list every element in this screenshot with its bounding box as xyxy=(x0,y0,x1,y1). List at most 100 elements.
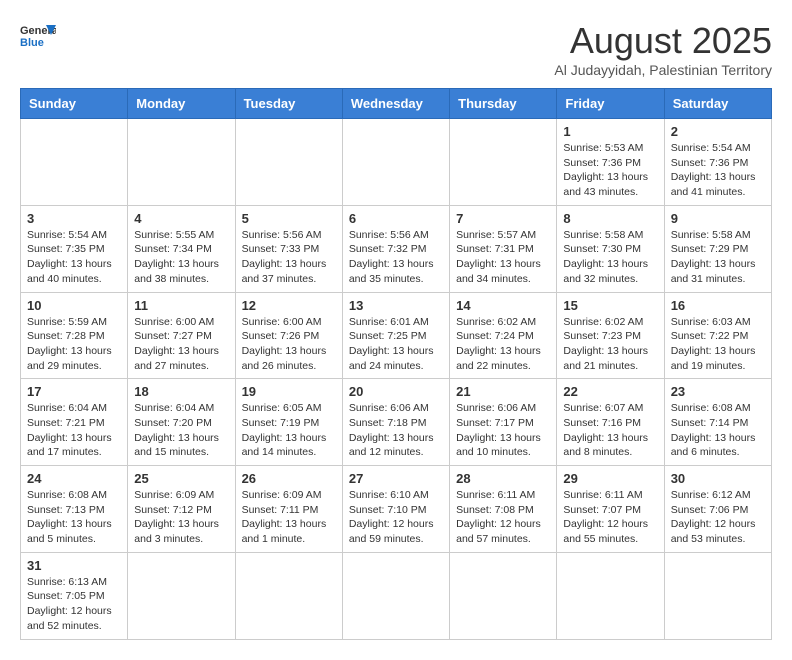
table-row: 21 Sunrise: 6:06 AM Sunset: 7:17 PM Dayli… xyxy=(450,379,557,466)
header-wednesday: Wednesday xyxy=(342,89,449,119)
table-row: 15Sunrise: 6:02 AM Sunset: 7:23 PM Dayli… xyxy=(557,292,664,379)
table-row: 2Sunrise: 5:54 AM Sunset: 7:36 PM Daylig… xyxy=(664,119,771,206)
day-number: 7 xyxy=(456,211,550,226)
header-monday: Monday xyxy=(128,89,235,119)
day-number: 14 xyxy=(456,298,550,313)
day-info: Sunrise: 6:00 AM Sunset: 7:26 PM Dayligh… xyxy=(242,315,336,374)
day-info: Sunrise: 5:56 AM Sunset: 7:33 PM Dayligh… xyxy=(242,228,336,287)
day-info: Sunrise: 6:02 AM Sunset: 7:24 PM Dayligh… xyxy=(456,315,550,374)
calendar-title: August 2025 xyxy=(554,20,772,62)
table-row xyxy=(342,552,449,639)
table-row: 10 Sunrise: 5:59 AM Sunset: 7:28 PM Dayli… xyxy=(21,292,128,379)
day-info: Sunrise: 5:57 AM Sunset: 7:31 PM Dayligh… xyxy=(456,228,550,287)
table-row: 28Sunrise: 6:11 AM Sunset: 7:08 PM Dayli… xyxy=(450,466,557,553)
calendar-subtitle: Al Judayyidah, Palestinian Territory xyxy=(554,62,772,78)
day-info: Sunrise: 6:06 AM Sunset: 7:18 PM Dayligh… xyxy=(349,401,443,460)
day-number: 10 xyxy=(27,298,121,313)
day-number: 11 xyxy=(134,298,228,313)
header-sunday: Sunday xyxy=(21,89,128,119)
day-info: Sunrise: 5:58 AM Sunset: 7:29 PM Dayligh… xyxy=(671,228,765,287)
header-tuesday: Tuesday xyxy=(235,89,342,119)
day-info: Sunrise: 6:01 AM Sunset: 7:25 PM Dayligh… xyxy=(349,315,443,374)
day-number: 26 xyxy=(242,471,336,486)
day-number: 2 xyxy=(671,124,765,139)
table-row: 31 Sunrise: 6:13 AM Sunset: 7:05 PM Dayli… xyxy=(21,552,128,639)
table-row: 1 Sunrise: 5:53 AM Sunset: 7:36 PM Daylig… xyxy=(557,119,664,206)
table-row: 8 Sunrise: 5:58 AM Sunset: 7:30 PM Daylig… xyxy=(557,205,664,292)
table-row: 7 Sunrise: 5:57 AM Sunset: 7:31 PM Daylig… xyxy=(450,205,557,292)
table-row: 19Sunrise: 6:05 AM Sunset: 7:19 PM Dayli… xyxy=(235,379,342,466)
day-number: 24 xyxy=(27,471,121,486)
day-number: 25 xyxy=(134,471,228,486)
day-info: Sunrise: 5:56 AM Sunset: 7:32 PM Dayligh… xyxy=(349,228,443,287)
svg-text:Blue: Blue xyxy=(20,37,44,49)
day-number: 3 xyxy=(27,211,121,226)
table-row: 14 Sunrise: 6:02 AM Sunset: 7:24 PM Dayli… xyxy=(450,292,557,379)
day-number: 27 xyxy=(349,471,443,486)
table-row: 5 Sunrise: 5:56 AM Sunset: 7:33 PM Daylig… xyxy=(235,205,342,292)
day-number: 21 xyxy=(456,384,550,399)
day-info: Sunrise: 6:09 AM Sunset: 7:12 PM Dayligh… xyxy=(134,488,228,547)
day-info: Sunrise: 6:03 AM Sunset: 7:22 PM Dayligh… xyxy=(671,315,765,374)
day-info: Sunrise: 6:06 AM Sunset: 7:17 PM Dayligh… xyxy=(456,401,550,460)
table-row: 9Sunrise: 5:58 AM Sunset: 7:29 PM Daylig… xyxy=(664,205,771,292)
table-row: 24 Sunrise: 6:08 AM Sunset: 7:13 PM Dayli… xyxy=(21,466,128,553)
day-info: Sunrise: 6:00 AM Sunset: 7:27 PM Dayligh… xyxy=(134,315,228,374)
calendar-row: 10 Sunrise: 5:59 AM Sunset: 7:28 PM Dayli… xyxy=(21,292,772,379)
logo-icon: General Blue xyxy=(20,20,56,50)
table-row: 6Sunrise: 5:56 AM Sunset: 7:32 PM Daylig… xyxy=(342,205,449,292)
day-info: Sunrise: 6:04 AM Sunset: 7:20 PM Dayligh… xyxy=(134,401,228,460)
table-row: 26Sunrise: 6:09 AM Sunset: 7:11 PM Dayli… xyxy=(235,466,342,553)
table-row xyxy=(21,119,128,206)
table-row xyxy=(235,552,342,639)
table-row xyxy=(664,552,771,639)
day-info: Sunrise: 5:55 AM Sunset: 7:34 PM Dayligh… xyxy=(134,228,228,287)
day-number: 13 xyxy=(349,298,443,313)
header-thursday: Thursday xyxy=(450,89,557,119)
table-row xyxy=(557,552,664,639)
day-info: Sunrise: 5:53 AM Sunset: 7:36 PM Dayligh… xyxy=(563,141,657,200)
table-row: 12 Sunrise: 6:00 AM Sunset: 7:26 PM Dayli… xyxy=(235,292,342,379)
table-row: 16Sunrise: 6:03 AM Sunset: 7:22 PM Dayli… xyxy=(664,292,771,379)
day-number: 18 xyxy=(134,384,228,399)
calendar-row: 3Sunrise: 5:54 AM Sunset: 7:35 PM Daylig… xyxy=(21,205,772,292)
day-info: Sunrise: 6:02 AM Sunset: 7:23 PM Dayligh… xyxy=(563,315,657,374)
day-number: 22 xyxy=(563,384,657,399)
table-row: 3Sunrise: 5:54 AM Sunset: 7:35 PM Daylig… xyxy=(21,205,128,292)
day-info: Sunrise: 6:10 AM Sunset: 7:10 PM Dayligh… xyxy=(349,488,443,547)
table-row xyxy=(235,119,342,206)
day-info: Sunrise: 5:58 AM Sunset: 7:30 PM Dayligh… xyxy=(563,228,657,287)
weekday-header-row: Sunday Monday Tuesday Wednesday Thursday… xyxy=(21,89,772,119)
day-number: 8 xyxy=(563,211,657,226)
day-info: Sunrise: 6:08 AM Sunset: 7:14 PM Dayligh… xyxy=(671,401,765,460)
table-row: 22Sunrise: 6:07 AM Sunset: 7:16 PM Dayli… xyxy=(557,379,664,466)
day-info: Sunrise: 6:04 AM Sunset: 7:21 PM Dayligh… xyxy=(27,401,121,460)
calendar-row: 24 Sunrise: 6:08 AM Sunset: 7:13 PM Dayli… xyxy=(21,466,772,553)
table-row: 30Sunrise: 6:12 AM Sunset: 7:06 PM Dayli… xyxy=(664,466,771,553)
table-row xyxy=(128,552,235,639)
day-info: Sunrise: 6:11 AM Sunset: 7:08 PM Dayligh… xyxy=(456,488,550,547)
day-number: 19 xyxy=(242,384,336,399)
day-number: 1 xyxy=(563,124,657,139)
table-row: 13 Sunrise: 6:01 AM Sunset: 7:25 PM Dayli… xyxy=(342,292,449,379)
day-number: 12 xyxy=(242,298,336,313)
day-info: Sunrise: 6:12 AM Sunset: 7:06 PM Dayligh… xyxy=(671,488,765,547)
day-info: Sunrise: 6:13 AM Sunset: 7:05 PM Dayligh… xyxy=(27,575,121,634)
table-row xyxy=(450,119,557,206)
title-area: August 2025 Al Judayyidah, Palestinian T… xyxy=(554,20,772,78)
table-row xyxy=(450,552,557,639)
table-row: 29Sunrise: 6:11 AM Sunset: 7:07 PM Dayli… xyxy=(557,466,664,553)
table-row xyxy=(128,119,235,206)
day-number: 31 xyxy=(27,558,121,573)
day-info: Sunrise: 5:59 AM Sunset: 7:28 PM Dayligh… xyxy=(27,315,121,374)
day-number: 5 xyxy=(242,211,336,226)
calendar-table: Sunday Monday Tuesday Wednesday Thursday… xyxy=(20,88,772,640)
table-row: 20Sunrise: 6:06 AM Sunset: 7:18 PM Dayli… xyxy=(342,379,449,466)
header-friday: Friday xyxy=(557,89,664,119)
day-info: Sunrise: 6:11 AM Sunset: 7:07 PM Dayligh… xyxy=(563,488,657,547)
header-saturday: Saturday xyxy=(664,89,771,119)
day-info: Sunrise: 6:08 AM Sunset: 7:13 PM Dayligh… xyxy=(27,488,121,547)
table-row: 18 Sunrise: 6:04 AM Sunset: 7:20 PM Dayli… xyxy=(128,379,235,466)
page-header: General Blue August 2025 Al Judayyidah, … xyxy=(20,20,772,78)
day-number: 4 xyxy=(134,211,228,226)
